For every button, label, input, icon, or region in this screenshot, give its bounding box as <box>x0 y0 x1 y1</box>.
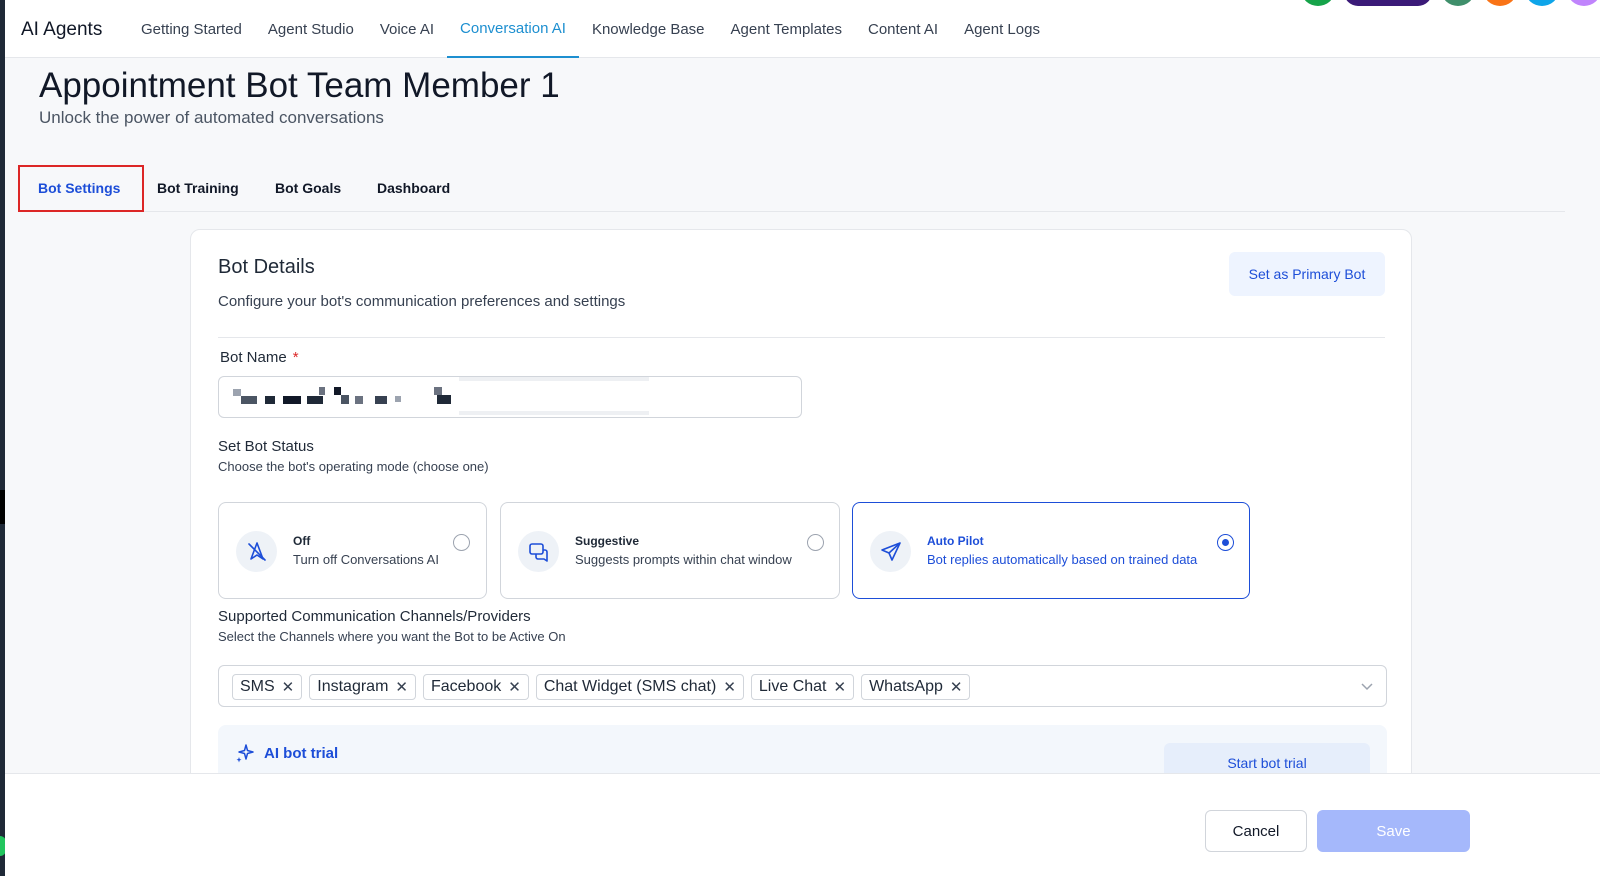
channel-chip-facebook: Facebook ✕ <box>422 674 529 700</box>
status-option-suggestive[interactable]: Suggestive Suggests prompts within chat … <box>500 502 840 599</box>
status-title: Off <box>293 534 311 548</box>
nav-tab-agent-studio[interactable]: Agent Studio <box>255 0 367 58</box>
channel-chip-sms: SMS ✕ <box>232 674 303 700</box>
status-option-auto-pilot[interactable]: Auto Pilot Bot replies automatically bas… <box>852 502 1250 599</box>
set-primary-bot-button[interactable]: Set as Primary Bot <box>1229 252 1385 296</box>
remove-chip-icon[interactable]: ✕ <box>723 680 736 695</box>
avatar[interactable] <box>1302 0 1334 6</box>
bot-name-input[interactable] <box>218 376 802 418</box>
channel-chip-live-chat: Live Chat ✕ <box>750 674 855 700</box>
nav-tab-agent-logs[interactable]: Agent Logs <box>951 0 1053 58</box>
tab-dashboard[interactable]: Dashboard <box>377 166 450 210</box>
remove-chip-icon[interactable]: ✕ <box>508 680 521 695</box>
radio-off[interactable] <box>453 534 470 551</box>
card-description: Configure your bot's communication prefe… <box>218 293 626 310</box>
avatar[interactable] <box>1442 0 1474 6</box>
cancel-button[interactable]: Cancel <box>1205 810 1307 852</box>
card-title: Bot Details <box>218 256 315 278</box>
channels-sublabel: Select the Channels where you want the B… <box>218 629 566 644</box>
status-title: Suggestive <box>575 534 640 548</box>
footer-bar: Cancel Save <box>5 773 1600 876</box>
channel-chips: SMS ✕ Instagram ✕ Facebook ✕ Chat Widget (S… <box>232 674 971 700</box>
status-description: Suggests prompts within chat window <box>575 552 792 567</box>
chip-label: Live Chat <box>758 678 827 695</box>
rail-notch <box>0 490 5 524</box>
channel-chip-chat-widget: Chat Widget (SMS chat) ✕ <box>535 674 744 700</box>
chip-label: Facebook <box>430 678 502 695</box>
remove-chip-icon[interactable]: ✕ <box>833 680 846 695</box>
tab-bot-training[interactable]: Bot Training <box>157 166 239 210</box>
page-subtitle: Unlock the power of automated conversati… <box>39 108 384 127</box>
header-actions <box>1302 0 1600 6</box>
chip-label: Instagram <box>317 678 389 695</box>
divider <box>218 337 1385 338</box>
radio-auto-pilot[interactable] <box>1217 534 1234 551</box>
status-description: Bot replies automatically based on train… <box>927 552 1198 567</box>
required-marker: * <box>292 349 299 366</box>
avatar[interactable] <box>1526 0 1558 6</box>
bot-name-label: Bot Name * <box>220 349 299 366</box>
sub-tabs: Bot Settings Bot Training Bot Goals Dash… <box>20 166 1565 212</box>
bot-status-sublabel: Choose the bot's operating mode (choose … <box>218 459 489 474</box>
top-navigation: AI Agents Getting Started Agent Studio V… <box>5 0 1600 58</box>
channels-multiselect[interactable]: SMS ✕ Instagram ✕ Facebook ✕ Chat Widget (S… <box>218 665 1387 707</box>
send-plane-icon <box>870 531 911 572</box>
channel-chip-whatsapp: WhatsApp ✕ <box>861 674 971 700</box>
bot-name-label-text: Bot Name <box>220 349 287 366</box>
chip-label: SMS <box>240 678 275 695</box>
status-option-off[interactable]: Off Turn off Conversations AI <box>218 502 487 599</box>
chevron-down-icon[interactable] <box>1360 679 1374 693</box>
remove-chip-icon[interactable]: ✕ <box>282 680 295 695</box>
app-title: AI Agents <box>21 19 103 40</box>
upgrade-pill[interactable] <box>1344 0 1432 6</box>
tab-bot-goals[interactable]: Bot Goals <box>275 166 341 210</box>
remove-chip-icon[interactable]: ✕ <box>395 680 408 695</box>
chat-bubbles-icon <box>518 531 559 572</box>
chip-label: Chat Widget (SMS chat) <box>543 678 717 695</box>
nav-tab-content-ai[interactable]: Content AI <box>855 0 951 58</box>
nav-tab-knowledge-base[interactable]: Knowledge Base <box>579 0 718 58</box>
nav-tab-conversation-ai[interactable]: Conversation AI <box>447 0 579 58</box>
channels-label: Supported Communication Channels/Provide… <box>218 608 531 625</box>
avatar[interactable] <box>1484 0 1516 6</box>
remove-chip-icon[interactable]: ✕ <box>950 680 963 695</box>
left-rail <box>0 0 6 876</box>
save-button[interactable]: Save <box>1317 810 1470 852</box>
status-title: Auto Pilot <box>927 534 984 548</box>
channel-chip-instagram: Instagram ✕ <box>309 674 416 700</box>
chip-label: WhatsApp <box>869 678 943 695</box>
ai-bot-trial-label: AI bot trial <box>264 745 339 762</box>
status-description: Turn off Conversations AI <box>293 552 439 567</box>
sparkle-icon <box>236 744 254 763</box>
nav-tab-voice-ai[interactable]: Voice AI <box>367 0 447 58</box>
bot-status-label: Set Bot Status <box>218 438 314 455</box>
radio-suggestive[interactable] <box>807 534 824 551</box>
avatar[interactable] <box>1568 0 1600 6</box>
bell-off-icon <box>236 531 277 572</box>
nav-tabs: Getting Started Agent Studio Voice AI Co… <box>128 0 1053 58</box>
page-title: Appointment Bot Team Member 1 <box>39 66 560 105</box>
nav-tab-getting-started[interactable]: Getting Started <box>128 0 255 58</box>
highlight-annotation-box <box>18 165 144 212</box>
nav-tab-agent-templates[interactable]: Agent Templates <box>718 0 855 58</box>
